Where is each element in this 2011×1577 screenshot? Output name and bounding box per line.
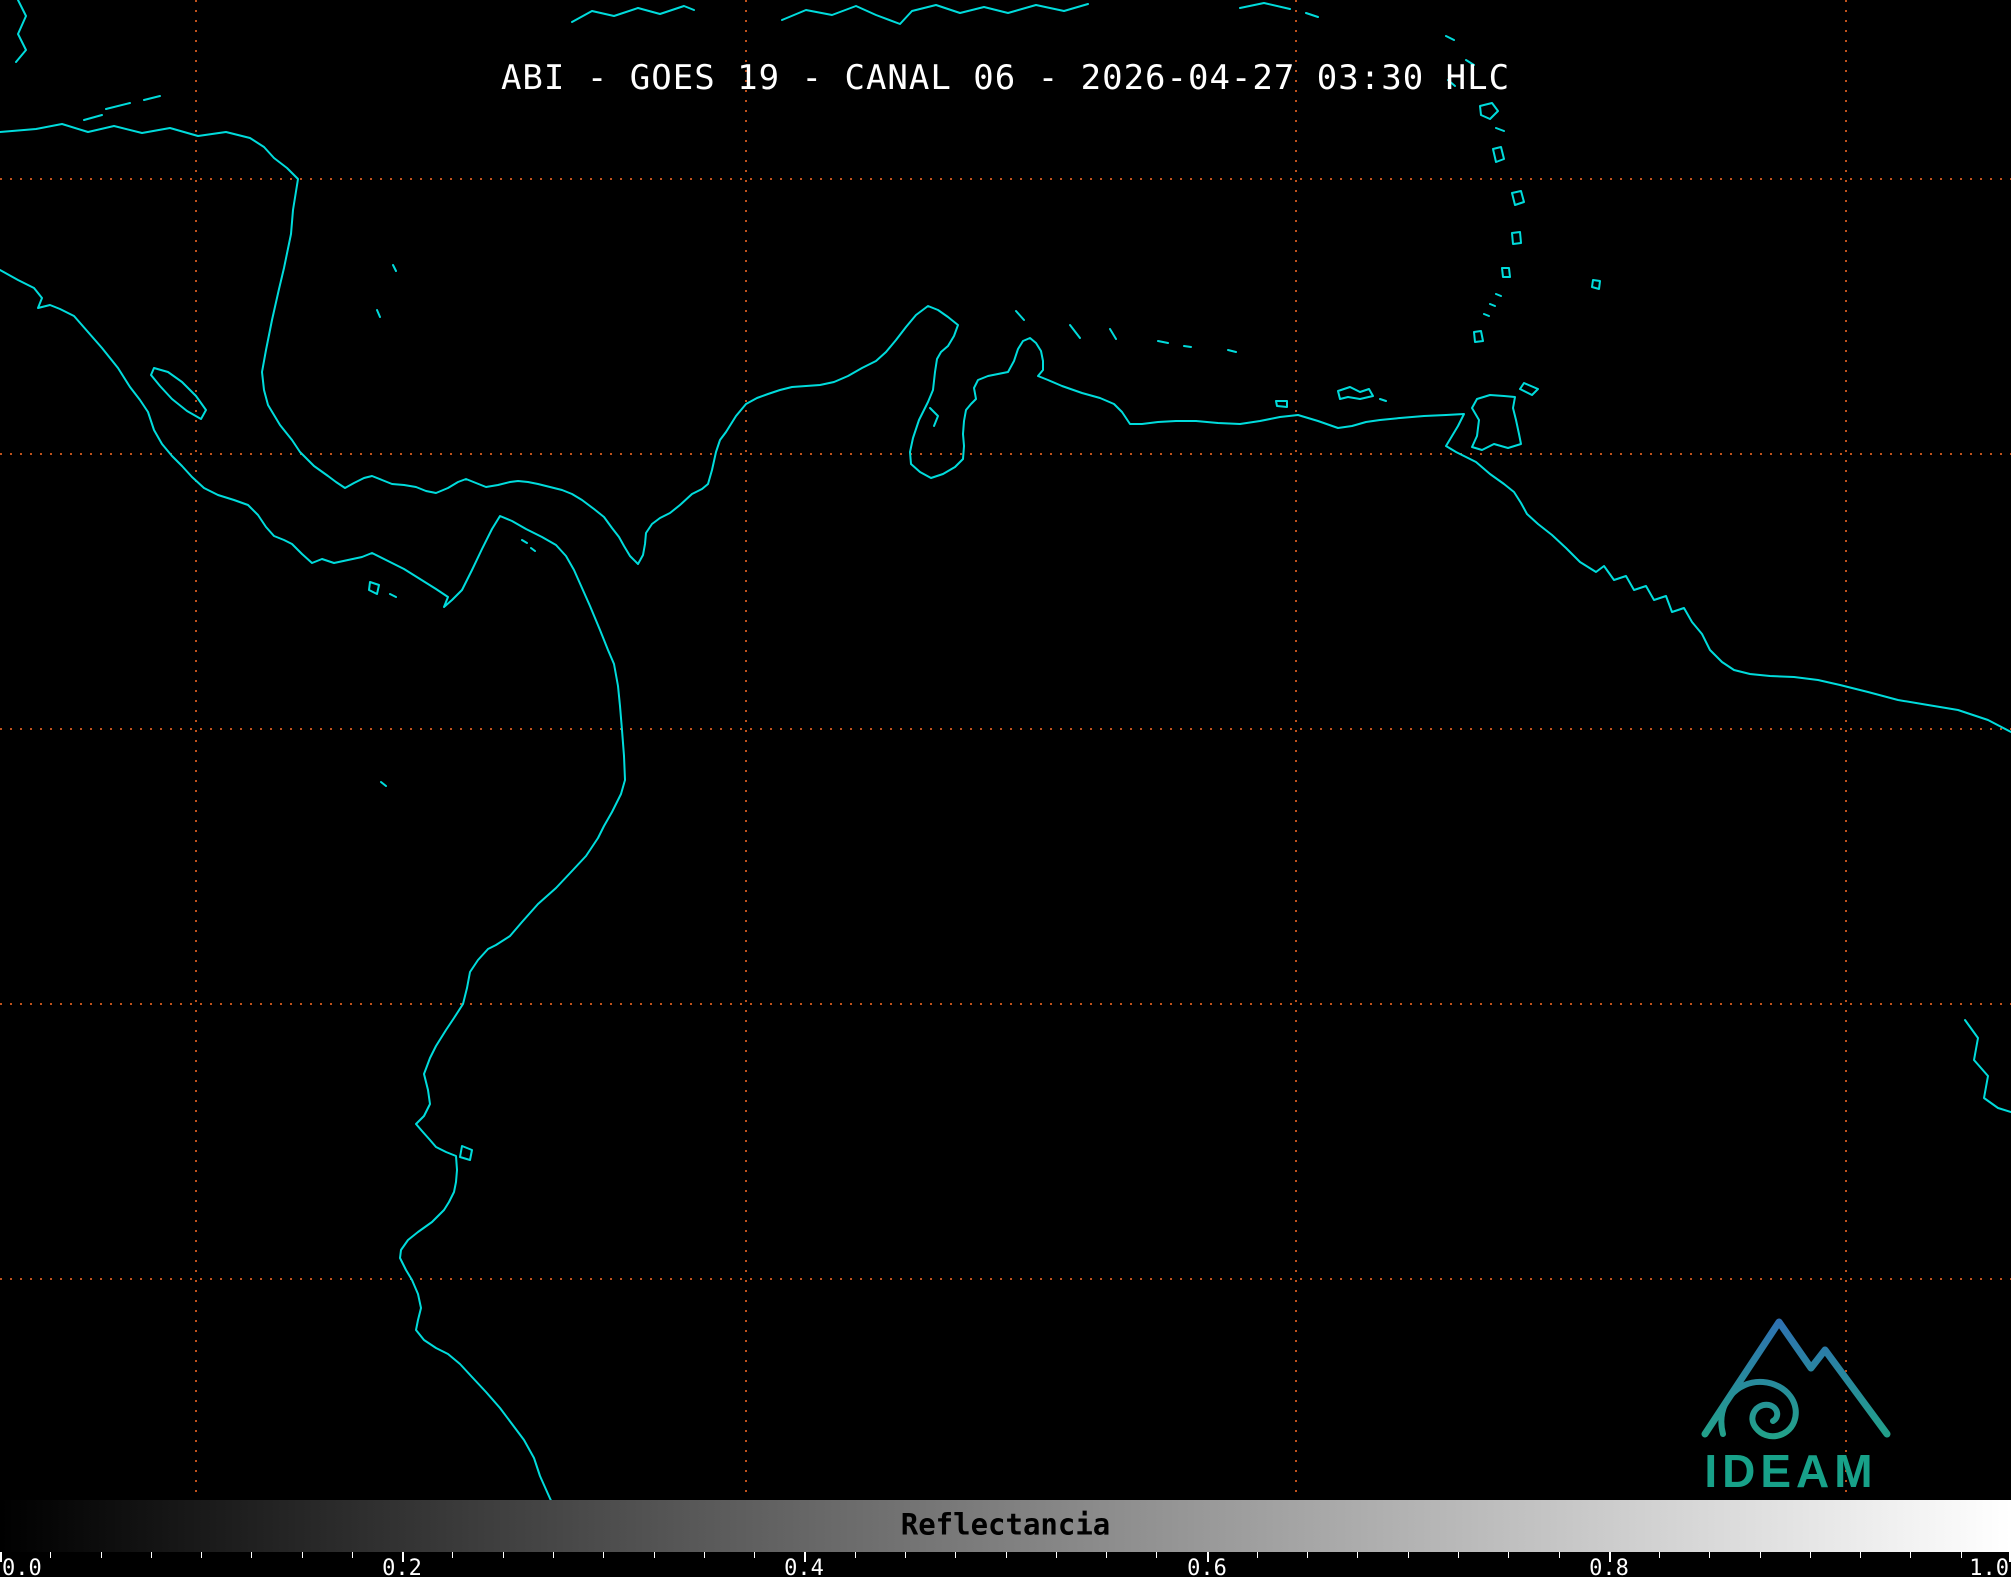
coastline-lake-nicaragua [150,367,207,420]
image-title: ABI - GOES 19 - CANAL 06 - 2026-04-27 03… [500,58,1511,98]
colorbar-minor-tick [50,1552,51,1558]
colorbar-minor-tick [452,1552,453,1558]
colorbar-minor-tick [302,1552,303,1558]
colorbar-tick-label: 0.6 [1187,1556,1227,1577]
colorbar-tick-label: 0.4 [784,1556,824,1577]
colorbar-minor-tick [1709,1552,1710,1558]
colorbar-minor-tick [654,1552,655,1558]
coastline-puerto-rico-south-coast [1239,2,1319,18]
coastline-layer [0,0,2011,1500]
cyclone-spiral-icon [1718,1378,1799,1440]
map-svg [0,0,2011,1500]
colorbar-minor-tick [855,1552,856,1558]
colorbar-minor-tick [1810,1552,1811,1558]
ideam-logo-emblem [1701,1318,1891,1440]
coastline-jamaica-coast [571,5,695,23]
colorbar-minor-tick [1659,1552,1660,1558]
coastline-bay-islands [83,95,161,121]
coastline-trinidad [1471,394,1522,451]
colorbar-tick-label: 1.0 [1969,1556,2009,1577]
colorbar-minor-tick [1156,1552,1157,1558]
coastline-tobago [1519,382,1539,396]
satellite-image-viewer: ABI - GOES 19 - CANAL 06 - 2026-04-27 03… [0,0,2011,1577]
colorbar-minor-tick [251,1552,252,1558]
coastline-belize-coast [15,0,27,63]
colorbar-minor-tick [553,1552,554,1558]
colorbar-minor-tick [101,1552,102,1558]
ideam-logo-text: IDEAM [1704,1445,1878,1497]
colorbar-minor-tick [704,1552,705,1558]
colorbar-label: Reflectancia [900,1507,1111,1542]
colorbar-minor-tick [1760,1552,1761,1558]
colorbar: Reflectancia 0.0 0.2 0.4 0.6 0.8 1.0 [0,1500,2011,1577]
satellite-map: ABI - GOES 19 - CANAL 06 - 2026-04-27 03… [0,0,2011,1500]
colorbar-minor-tick [151,1552,152,1558]
colorbar-gradient: Reflectancia [0,1500,2011,1552]
coastline-barbados [1591,279,1601,290]
colorbar-minor-tick [1860,1552,1861,1558]
coastline-amazon-estuary-fragment [1964,1019,2011,1113]
colorbar-minor-tick [1307,1552,1308,1558]
coastline-caribbean-south-america-coast [0,123,2011,733]
colorbar-minor-tick [1106,1552,1107,1558]
colorbar-minor-tick [603,1552,604,1558]
colorbar-tick-label: 0.2 [382,1556,422,1577]
colorbar-minor-tick [201,1552,202,1558]
colorbar-minor-tick [503,1552,504,1558]
graticule-layer [0,0,2011,1500]
coastline-venezuelan-islands [1015,310,1387,408]
colorbar-minor-tick [1006,1552,1007,1558]
colorbar-minor-tick [955,1552,956,1558]
colorbar-tick-label: 0.0 [2,1556,42,1577]
colorbar-minor-tick [1910,1552,1911,1558]
colorbar-minor-tick [1961,1552,1962,1558]
colorbar-minor-tick [754,1552,755,1558]
ideam-logo: IDEAM [1683,1292,1899,1494]
coastline-san-andres-providencia [376,264,397,318]
coastline-hispaniola-south-coast [781,3,1089,25]
colorbar-minor-tick [1357,1552,1358,1558]
coastline-lake-maracaibo-detail [929,407,939,427]
colorbar-axis: 0.0 0.2 0.4 0.6 0.8 1.0 [0,1552,2011,1577]
colorbar-tick-label: 0.8 [1589,1556,1629,1577]
coastline-malpelo-island [380,781,387,787]
colorbar-minor-tick [1559,1552,1560,1558]
colorbar-minor-tick [1458,1552,1459,1558]
coastline-puna-island [459,1145,473,1161]
coastline-panama-islands [368,539,536,598]
colorbar-minor-tick [1508,1552,1509,1558]
colorbar-minor-tick [1257,1552,1258,1558]
colorbar-minor-tick [352,1552,353,1558]
colorbar-minor-tick [1408,1552,1409,1558]
colorbar-minor-tick [905,1552,906,1558]
colorbar-minor-tick [1056,1552,1057,1558]
